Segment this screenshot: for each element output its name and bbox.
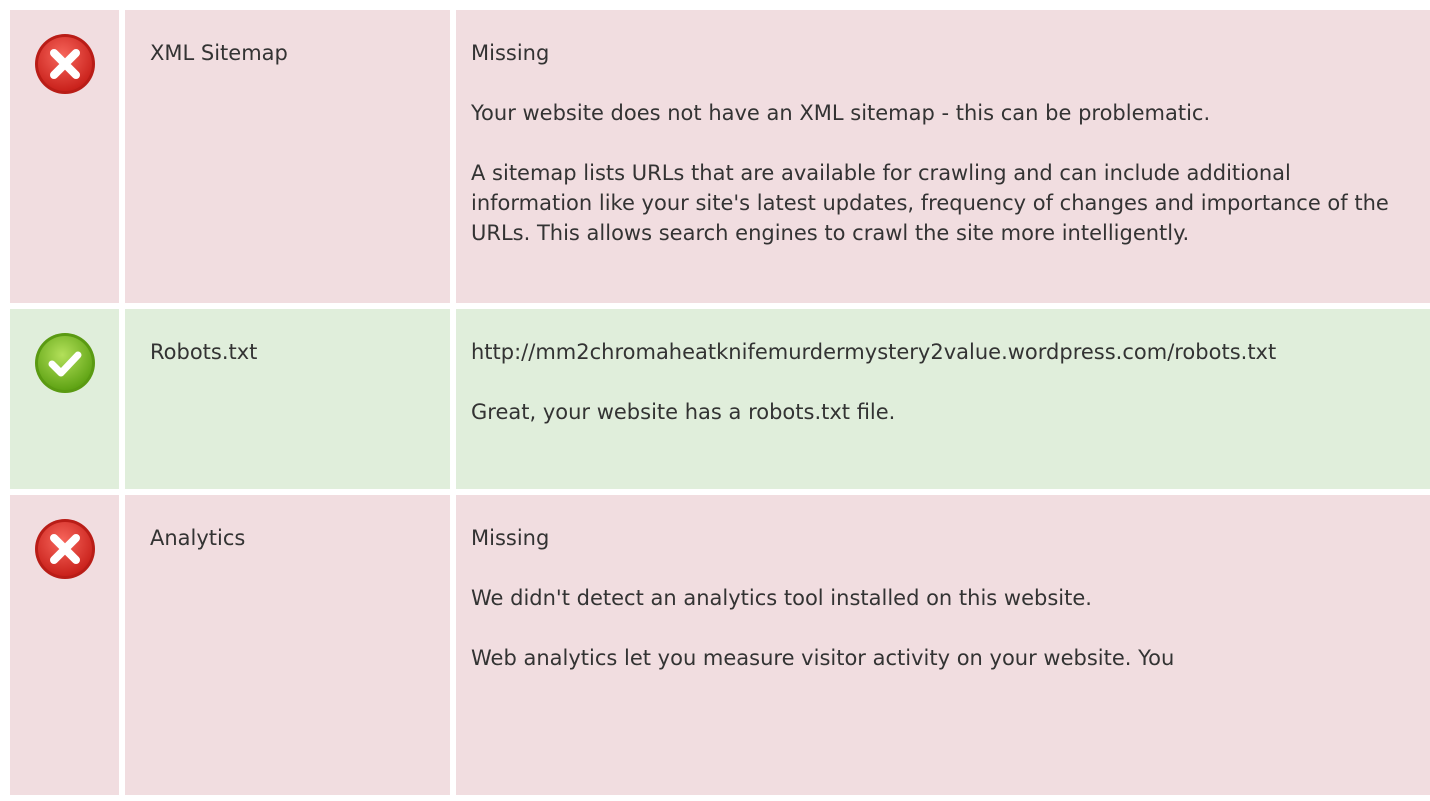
status-cell bbox=[10, 10, 119, 303]
check-row-analytics: Analytics Missing We didn't detect an an… bbox=[10, 495, 1430, 795]
check-description: A sitemap lists URLs that are available … bbox=[471, 161, 1389, 245]
seo-report: XML Sitemap Missing Your website does no… bbox=[10, 10, 1430, 801]
error-x-icon bbox=[34, 34, 95, 94]
check-description: Web analytics let you measure visitor ac… bbox=[471, 646, 1175, 670]
check-value: http://mm2chromaheatknifemurdermystery2v… bbox=[471, 340, 1277, 364]
check-details: http://mm2chromaheatknifemurdermystery2v… bbox=[456, 309, 1430, 489]
check-value: Missing bbox=[471, 526, 550, 550]
check-row-robots-txt: Robots.txt http://mm2chromaheatknifemurd… bbox=[10, 309, 1430, 489]
error-x-icon bbox=[34, 519, 95, 579]
check-details: Missing Your website does not have an XM… bbox=[456, 10, 1430, 303]
check-message: Great, your website has a robots.txt fil… bbox=[471, 400, 896, 424]
check-name: Analytics bbox=[125, 495, 450, 795]
check-value: Missing bbox=[471, 41, 550, 65]
status-cell bbox=[10, 495, 119, 795]
check-message: We didn't detect an analytics tool insta… bbox=[471, 586, 1092, 610]
check-details: Missing We didn't detect an analytics to… bbox=[456, 495, 1430, 795]
check-name: XML Sitemap bbox=[125, 10, 450, 303]
check-message: Your website does not have an XML sitema… bbox=[471, 101, 1211, 125]
status-cell bbox=[10, 309, 119, 489]
check-row-xml-sitemap: XML Sitemap Missing Your website does no… bbox=[10, 10, 1430, 303]
success-check-icon bbox=[34, 333, 95, 393]
check-name: Robots.txt bbox=[125, 309, 450, 489]
